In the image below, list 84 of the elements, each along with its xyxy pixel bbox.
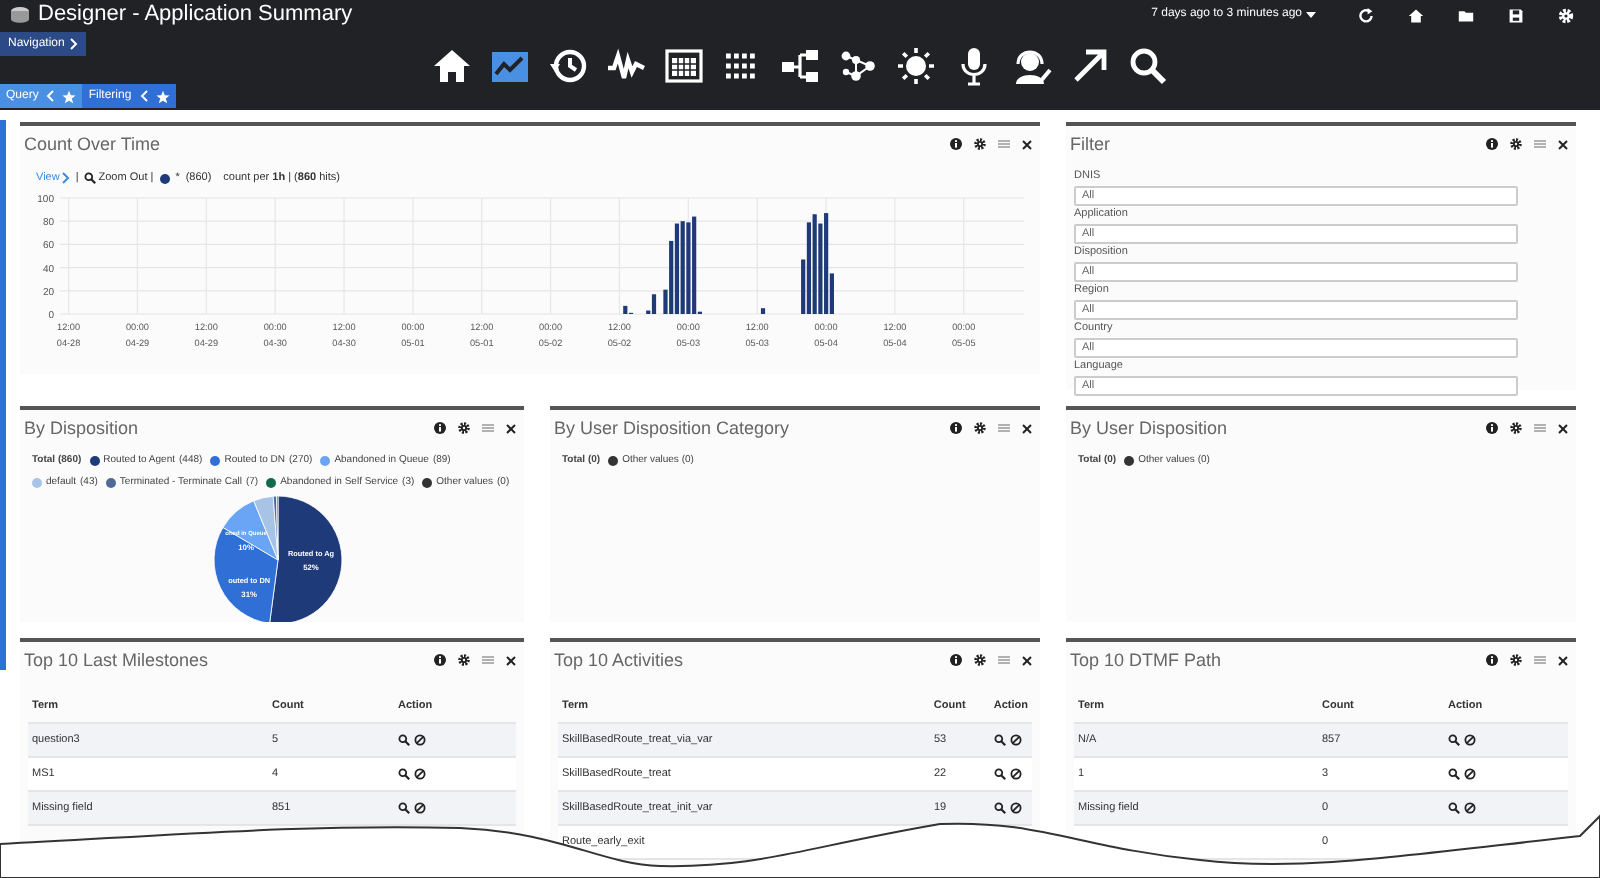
search-icon[interactable] [1448,734,1460,746]
trend-chart-icon[interactable] [490,46,530,86]
chevron-left-icon [139,90,148,102]
info-icon[interactable] [1486,422,1498,434]
drag-handle-icon[interactable] [1534,656,1546,664]
panel-title: By User Disposition [1070,419,1228,437]
window-title: Designer - Application Summary [38,4,353,26]
drag-handle-icon[interactable] [482,656,494,664]
search-icon[interactable] [398,734,410,746]
home-icon[interactable] [432,46,472,86]
search-icon[interactable] [398,768,410,780]
save-button[interactable] [1508,7,1524,23]
close-icon[interactable] [1558,655,1568,665]
chevron-left-icon [46,90,55,102]
info-icon[interactable] [950,654,962,666]
info-icon[interactable] [1486,138,1498,150]
close-icon[interactable] [1022,655,1032,665]
star-icon [62,89,77,103]
panel-title: By User Disposition Category [554,419,790,437]
settings-icon[interactable] [1510,654,1522,666]
drag-handle-icon[interactable] [998,140,1010,148]
drag-handle-icon[interactable] [998,656,1010,664]
search-icon[interactable] [398,802,410,814]
settings-icon[interactable] [458,422,470,434]
drag-handle-icon[interactable] [1534,424,1546,432]
close-icon[interactable] [1022,423,1032,433]
refresh-button[interactable] [1358,7,1374,23]
drag-handle-icon[interactable] [998,424,1010,432]
search-icon[interactable] [994,768,1006,780]
info-icon[interactable] [950,138,962,150]
panel-title: Filter [1070,135,1110,153]
block-icon[interactable] [1010,802,1022,814]
home-button[interactable] [1408,7,1424,23]
search-icon[interactable] [994,734,1006,746]
history-icon[interactable] [548,46,588,86]
info-icon[interactable] [434,422,446,434]
panel-title: Top 10 Activities [554,651,684,669]
block-icon[interactable] [414,802,426,814]
headset-icon[interactable] [1012,46,1052,86]
close-icon[interactable] [506,655,516,665]
settings-icon[interactable] [458,654,470,666]
chevron-icon [61,172,70,185]
app-logo-icon [10,6,30,24]
settings-icon[interactable] [974,138,986,150]
close-icon[interactable] [1022,139,1032,149]
search-icon[interactable] [1128,46,1168,86]
sun-icon[interactable] [896,46,936,86]
drag-handle-icon[interactable] [1534,140,1546,148]
tree-icon[interactable] [780,46,820,86]
caret-icon [1306,12,1316,18]
drag-handle-icon[interactable] [482,424,494,432]
search-icon[interactable] [1448,802,1460,814]
star-icon [155,89,170,103]
block-icon[interactable] [1464,734,1476,746]
search-icon [84,172,97,185]
settings-icon[interactable] [974,422,986,434]
settings-icon[interactable] [1510,422,1522,434]
block-icon[interactable] [1464,768,1476,780]
calendar-icon[interactable] [664,46,704,86]
panel-title: Count Over Time [24,135,161,153]
settings-icon[interactable] [1510,138,1522,150]
panel-title: Top 10 Last Milestones [24,651,209,669]
panel-title: Top 10 DTMF Path [1070,651,1222,669]
search-icon[interactable] [1448,768,1460,780]
info-icon[interactable] [950,422,962,434]
block-icon[interactable] [1464,802,1476,814]
block-icon[interactable] [414,768,426,780]
close-icon[interactable] [1558,423,1568,433]
settings-button[interactable] [1558,7,1574,23]
info-icon[interactable] [1486,654,1498,666]
close-icon[interactable] [1558,139,1568,149]
folder-button[interactable] [1458,7,1474,23]
close-icon[interactable] [506,423,516,433]
bar [760,308,766,315]
block-icon[interactable] [1010,768,1022,780]
settings-icon[interactable] [974,654,986,666]
chevron-icon [70,38,79,50]
info-icon[interactable] [434,654,446,666]
nodes-icon[interactable] [838,46,878,86]
arrow-icon[interactable] [1070,46,1110,86]
block-icon[interactable] [1010,734,1022,746]
block-icon[interactable] [414,734,426,746]
panel-title: By Disposition [24,419,139,437]
search-icon[interactable] [994,802,1006,814]
